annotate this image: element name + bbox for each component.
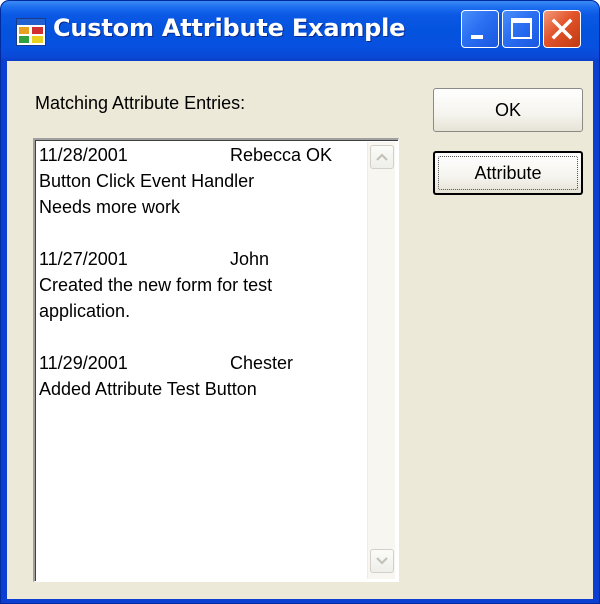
main-window: Custom Attribute Example Matching Attrib… (0, 0, 600, 604)
list-item[interactable]: Created the new form for test (39, 272, 369, 298)
list-item[interactable]: Needs more work (39, 194, 369, 220)
attribute-button-label: Attribute (474, 162, 542, 183)
chevron-down-icon (376, 557, 388, 565)
entry-description: application. (39, 301, 131, 321)
maximize-button[interactable] (502, 10, 540, 48)
scroll-down-button[interactable] (370, 549, 394, 573)
vertical-scrollbar[interactable] (367, 142, 395, 579)
entry-date: 11/27/2001 (39, 249, 128, 269)
close-icon (551, 18, 573, 40)
list-item[interactable]: Added Attribute Test Button (39, 376, 369, 402)
entry-date: 11/28/2001 (39, 145, 128, 165)
list-item[interactable]: 11/29/2001 Chester (39, 350, 369, 376)
form-icon[interactable] (16, 18, 46, 46)
minimize-button[interactable] (461, 10, 499, 48)
list-item[interactable]: Button Click Event Handler (39, 168, 369, 194)
ok-button-label: OK (494, 99, 521, 120)
entry-description: Button Click Event Handler (39, 171, 255, 191)
listbox-content: 11/28/2001 Rebecca OK Button Click Event… (39, 142, 369, 402)
ok-button[interactable]: OK (433, 88, 583, 132)
entry-author: John (230, 249, 270, 269)
list-item[interactable]: application. (39, 298, 369, 324)
list-item-blank[interactable] (39, 324, 369, 350)
entry-author: Chester (230, 353, 294, 373)
entry-description: Created the new form for test (39, 275, 273, 295)
chevron-up-icon (376, 153, 388, 161)
close-button[interactable] (543, 10, 581, 48)
list-item-blank[interactable] (39, 220, 369, 246)
maximize-icon (511, 18, 532, 39)
minimize-icon (471, 35, 483, 39)
entry-description: Added Attribute Test Button (39, 379, 257, 399)
entry-date: 11/29/2001 (39, 353, 128, 373)
entry-description: Needs more work (39, 197, 181, 217)
window-title: Custom Attribute Example (53, 14, 406, 42)
form-client-area: Matching Attribute Entries: 11/28/2001 R… (7, 61, 593, 599)
entry-author: Rebecca OK (230, 145, 333, 165)
matching-entries-label: Matching Attribute Entries: (35, 93, 246, 113)
attribute-entries-listbox[interactable]: 11/28/2001 Rebecca OK Button Click Event… (33, 138, 399, 582)
scroll-up-button[interactable] (370, 145, 394, 169)
title-bar[interactable]: Custom Attribute Example (1, 1, 599, 61)
list-item[interactable]: 11/28/2001 Rebecca OK (39, 142, 369, 168)
list-item[interactable]: 11/27/2001 John (39, 246, 369, 272)
attribute-button[interactable]: Attribute (433, 151, 583, 195)
